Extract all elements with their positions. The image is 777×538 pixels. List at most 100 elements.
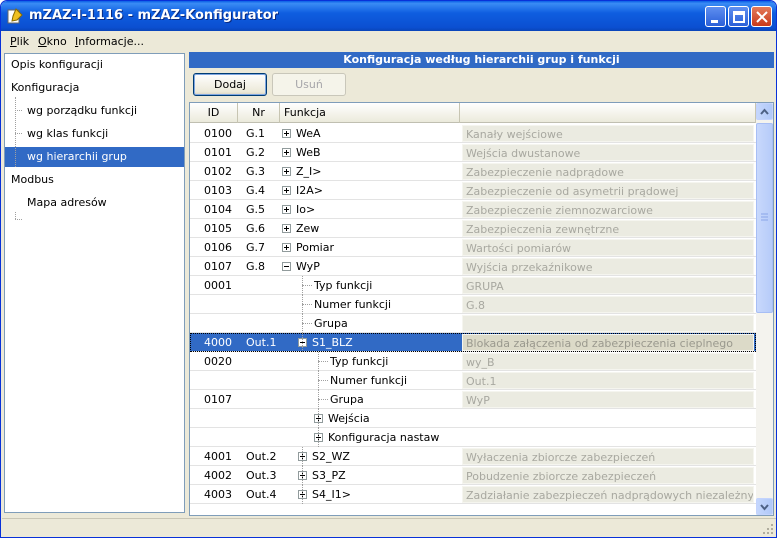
table-row[interactable]: 4003 Out.4 S4_I1> Zadziałanie zabezpieczeń … (190, 485, 756, 504)
table-row[interactable]: 0101 G.2 WeB Wejścia dwustanowe (190, 143, 756, 162)
tree-item-konfiguracja[interactable]: Konfiguracja (7, 78, 83, 98)
expand-plus-icon[interactable] (282, 129, 291, 138)
tree-item-wg-porz-dku-funkcji[interactable]: wg porządku funkcji (23, 101, 141, 121)
tree-connector (302, 285, 312, 286)
cell-function: Typ funkcji (330, 355, 389, 368)
tree-connector (302, 314, 303, 333)
cell-description: Zadziałanie zabezpieczeń nadprądowych ni… (462, 486, 754, 503)
table-row[interactable]: 0107 G.8 WyP Wyjścia przekaźnikowe (190, 257, 756, 276)
scroll-down-button[interactable] (756, 498, 773, 515)
table-row[interactable]: 0020 Typ funkcji wy_B (190, 352, 756, 371)
cell-description: wy_B (462, 353, 754, 370)
tree-item-label: wg hierarchii grup (27, 150, 127, 163)
chevron-down-icon (760, 504, 769, 511)
tree-item-wg-klas-funkcji[interactable]: wg klas funkcji (23, 124, 112, 144)
tree-item-label: wg porządku funkcji (27, 104, 138, 117)
cell-id (204, 295, 244, 314)
close-button[interactable] (751, 6, 772, 27)
cell-description: Zabezpieczenie nadprądowe (462, 163, 754, 180)
scroll-thumb[interactable] (756, 123, 773, 313)
menu-item-informacje[interactable]: Informacje... (75, 35, 144, 48)
tree-connector (318, 409, 319, 428)
cell-description: Zabezpieczenie ziemnozwarciowe (462, 201, 754, 218)
table-row[interactable]: Grupa (190, 314, 756, 333)
table-row[interactable]: Numer funkcji G.8 (190, 295, 756, 314)
cell-function: S4_I1> (312, 488, 351, 501)
table-row[interactable]: 0105 G.6 Zew Zabezpieczenia zewnętrzne (190, 219, 756, 238)
minimize-button[interactable] (705, 6, 726, 27)
table-row[interactable]: Numer funkcji Out.1 (190, 371, 756, 390)
expand-plus-icon[interactable] (282, 186, 291, 195)
cell-description: Wejścia dwustanowe (462, 144, 754, 161)
table-row[interactable]: 0001 Typ funkcji GRUPA (190, 276, 756, 295)
tree-connector (318, 371, 319, 390)
table-row[interactable]: 0100 G.1 WeA Kanały wejściowe (190, 124, 756, 143)
cell-function: Wejścia (328, 412, 370, 425)
cell-description: Zabezpieczenie od asymetrii prądowej (462, 182, 754, 199)
column-header-id[interactable]: ID (190, 103, 238, 123)
maximize-icon (733, 11, 745, 23)
table-row[interactable]: 4001 Out.2 S2_WZ Wyłaczenia zbiorcze zabezp… (190, 447, 756, 466)
window-title: mZAZ-I-1116 - mZAZ-Konfigurator (29, 8, 279, 23)
tree-item-modbus[interactable]: Modbus (7, 170, 58, 190)
add-button[interactable]: Dodaj (193, 73, 267, 96)
menu-item-okno[interactable]: Okno (38, 35, 67, 48)
column-header-funkcja[interactable]: Funkcja (280, 103, 460, 123)
table-row[interactable]: 4002 Out.3 S3_PZ Pobudzenie zbiorcze zabezp… (190, 466, 756, 485)
tree-item-opis-konfiguracji[interactable]: Opis konfiguracji (7, 55, 107, 75)
tree-connector (302, 333, 303, 352)
table-row[interactable]: 0107 Grupa WyP (190, 390, 756, 409)
title-bar[interactable]: mZAZ-I-1116 - mZAZ-Konfigurator (1, 1, 776, 31)
menu-accel: O (38, 35, 47, 48)
collapse-minus-icon[interactable] (282, 262, 291, 271)
menu-label-rest: lik (16, 35, 30, 48)
cell-description: Zabezpieczenia zewnętrzne (462, 220, 754, 237)
table-row[interactable]: 0102 G.3 Z_I> Zabezpieczenie nadprądowe (190, 162, 756, 181)
table-row[interactable]: 4000 Out.1 S1_BLZ Blokada załączenia od zab… (190, 333, 756, 352)
table-row-partial[interactable] (190, 504, 756, 515)
expand-plus-icon[interactable] (282, 243, 291, 252)
function-tree-grid[interactable]: ID Nr Funkcja 0100 G.1 WeA Kanały wejściowe 01… (189, 102, 774, 516)
navigation-tree[interactable]: Opis konfiguracji Konfiguracja wg porządku… (4, 53, 185, 513)
tree-connector (318, 380, 328, 381)
column-header-opis[interactable] (460, 103, 756, 123)
resize-grip-icon[interactable] (762, 523, 774, 535)
column-header-nr[interactable]: Nr (238, 103, 280, 123)
expand-plus-icon[interactable] (282, 224, 291, 233)
cell-function: Grupa (330, 393, 364, 406)
vertical-scrollbar[interactable] (756, 103, 773, 515)
cell-function: Typ funkcji (314, 279, 373, 292)
cell-nr: Out.2 (246, 450, 277, 463)
cell-description: Kanały wejściowe (462, 125, 754, 142)
table-row[interactable]: 0104 G.5 Io> Zabezpieczenie ziemnozwarciowe (190, 200, 756, 219)
cell-nr: G.7 (246, 241, 266, 254)
cell-description: GRUPA (462, 277, 754, 294)
menu-label-rest: kno (46, 35, 67, 48)
cell-id: 0100 (204, 127, 232, 140)
scroll-up-button[interactable] (756, 103, 773, 120)
cell-nr (246, 352, 286, 371)
maximize-button[interactable] (728, 6, 749, 27)
cell-id: 4003 (204, 488, 232, 501)
remove-button[interactable]: Usuń (272, 73, 346, 96)
table-row[interactable]: 0103 G.4 I2A> Zabezpieczenie od asymetrii p… (190, 181, 756, 200)
cell-function: WyP (296, 260, 320, 273)
tree-connector (302, 466, 303, 485)
tree-connector (15, 110, 22, 111)
menu-item-plik[interactable]: Plik (10, 35, 29, 48)
table-row[interactable]: 0106 G.7 Pomiar Wartości pomiarów (190, 238, 756, 257)
tree-item-label: wg klas funkcji (27, 127, 109, 140)
cell-id: 0105 (204, 222, 232, 235)
tree-item-mapa-adres-w[interactable]: Mapa adresów (23, 193, 111, 213)
expand-plus-icon[interactable] (282, 167, 291, 176)
cell-nr (246, 276, 286, 295)
table-row[interactable]: Wejścia (190, 409, 756, 428)
tree-item-wg-hierarchii-grup[interactable]: wg hierarchii grup (5, 147, 184, 167)
app-window: mZAZ-I-1116 - mZAZ-Konfigurator Plik Okno… (0, 0, 777, 538)
expand-plus-icon[interactable] (282, 148, 291, 157)
expand-plus-icon[interactable] (282, 205, 291, 214)
cell-nr: Out.4 (246, 488, 277, 501)
cell-id (204, 314, 244, 333)
tree-item-label: Opis konfiguracji (11, 58, 103, 71)
table-row[interactable]: Konfiguracja nastaw (190, 428, 756, 447)
